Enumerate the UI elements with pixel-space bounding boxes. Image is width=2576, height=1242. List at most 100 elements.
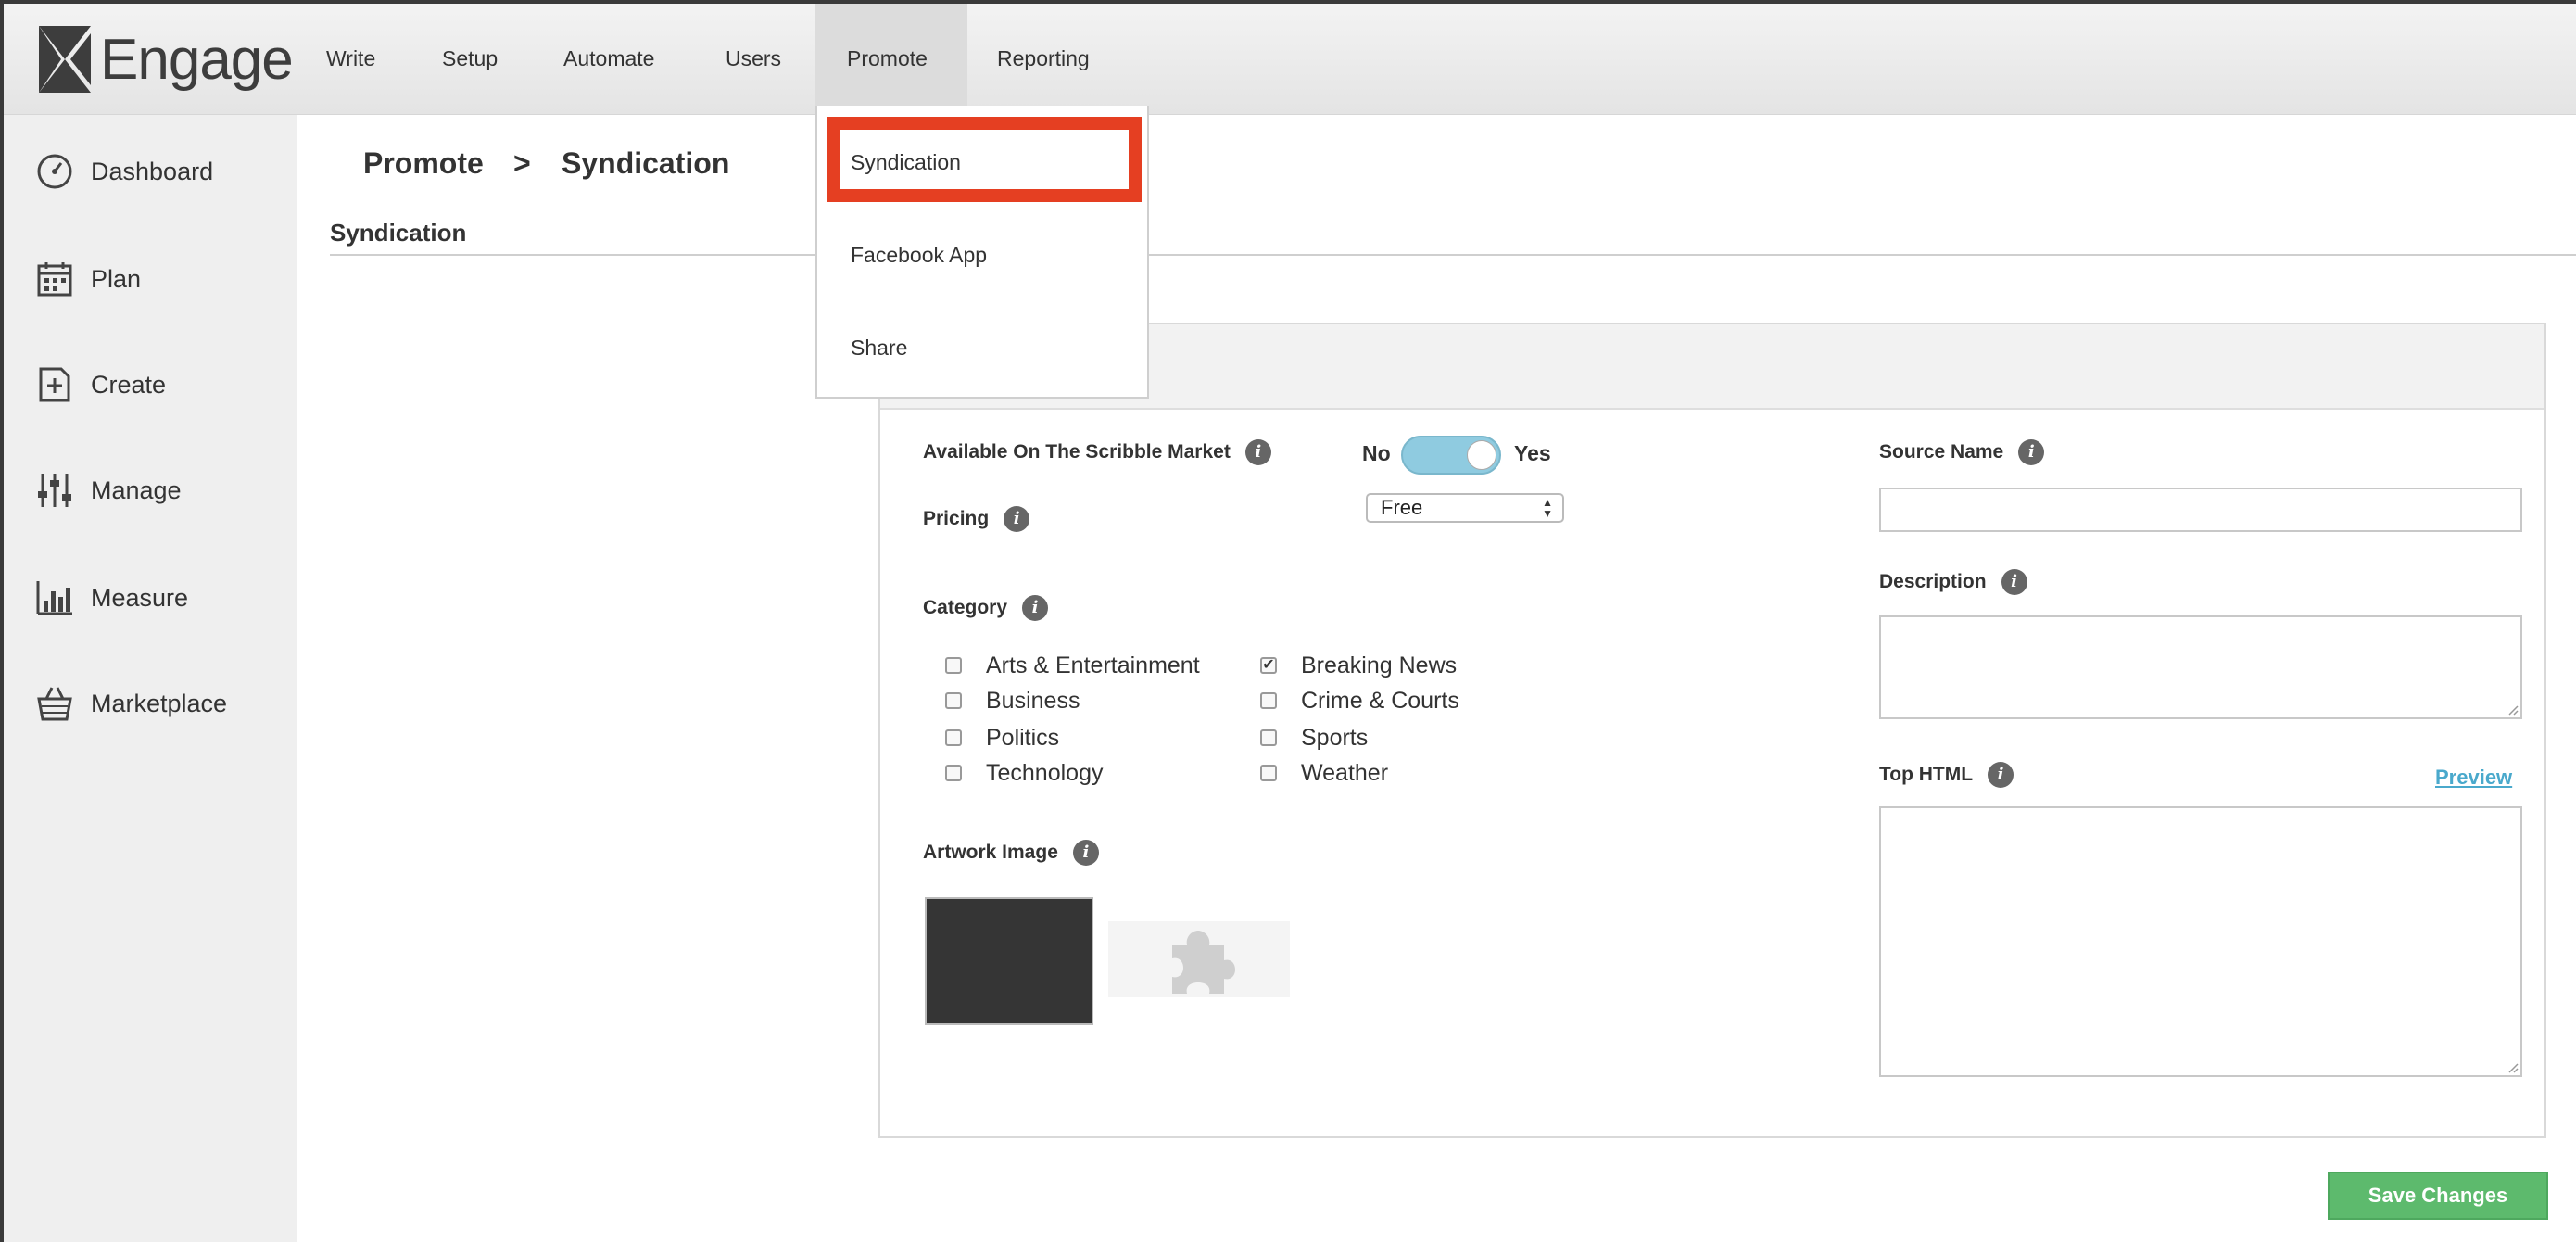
info-icon[interactable]: i [2001, 569, 2027, 595]
checkbox-label: Technology [986, 759, 1104, 786]
checkbox[interactable] [945, 657, 962, 674]
sidebar-item-plan[interactable]: Plan [35, 256, 141, 302]
checkbox-checked[interactable]: ✔ [1260, 657, 1277, 674]
add-document-icon [39, 367, 70, 402]
nav-reporting[interactable]: Reporting [997, 4, 1090, 113]
sidebar-item-label: Plan [91, 264, 142, 293]
checkbox-label: Business [986, 687, 1080, 714]
category-checkbox-sports[interactable]: Sports [1260, 721, 1368, 754]
toggle-knob [1467, 440, 1496, 470]
info-icon[interactable]: i [2018, 439, 2045, 465]
source-name-label-row: Source Name i [1879, 439, 2045, 465]
promote-dropdown-menu: Syndication Facebook App Share [815, 106, 1149, 399]
artwork-label-row: Artwork Image i [923, 840, 1099, 866]
breadcrumb-separator: > [513, 146, 531, 180]
checkbox[interactable] [945, 765, 962, 781]
top-navigation-bar: Engage Write Setup Automate Users Promot… [4, 4, 2576, 115]
category-checkbox-arts[interactable]: Arts & Entertainment [945, 649, 1200, 682]
artwork-upload-placeholder[interactable] [1108, 921, 1290, 997]
pricing-label: Pricing [923, 508, 990, 529]
save-changes-button[interactable]: Save Changes [2328, 1172, 2548, 1220]
checkbox-label: Arts & Entertainment [986, 652, 1200, 678]
checkbox-label: Politics [986, 724, 1060, 751]
checkbox[interactable] [1260, 692, 1277, 709]
sidebar-item-measure[interactable]: Measure [35, 575, 188, 621]
info-icon[interactable]: i [1022, 595, 1049, 621]
market-toggle[interactable] [1401, 436, 1501, 475]
app-name: Engage [100, 27, 294, 92]
top-html-textarea[interactable] [1879, 806, 2522, 1077]
top-html-label: Top HTML [1879, 764, 1974, 785]
category-checkbox-weather[interactable]: Weather [1260, 756, 1388, 790]
nav-users[interactable]: Users [726, 4, 781, 113]
nav-setup[interactable]: Setup [442, 4, 498, 113]
sidebar: Dashboard Plan Create Manage Measure Mar… [4, 115, 297, 1242]
pricing-select-value: Free [1381, 496, 1423, 519]
sidebar-item-manage[interactable]: Manage [35, 467, 182, 513]
checkbox-label: Weather [1301, 759, 1389, 786]
section-divider [330, 254, 2576, 256]
info-icon[interactable]: i [1988, 762, 2014, 788]
sliders-icon [38, 474, 71, 507]
checkbox-label: Breaking News [1301, 652, 1458, 678]
nav-promote[interactable]: Promote [815, 4, 967, 113]
artwork-image-thumbnail[interactable] [925, 897, 1093, 1025]
toggle-no-label: No [1362, 441, 1391, 465]
description-label: Description [1879, 571, 1987, 592]
top-html-label-row: Top HTML i [1879, 762, 2014, 788]
source-name-input[interactable] [1879, 488, 2522, 532]
pricing-label-row: Pricing i [923, 506, 1030, 532]
calendar-icon [37, 262, 72, 297]
basket-icon [37, 687, 72, 721]
category-label-row: Category i [923, 595, 1049, 621]
preview-link[interactable]: Preview [2435, 766, 2512, 790]
checkbox[interactable] [945, 729, 962, 746]
dashboard-icon [37, 154, 72, 189]
sidebar-item-marketplace[interactable]: Marketplace [35, 680, 227, 727]
category-checkbox-crime[interactable]: Crime & Courts [1260, 684, 1459, 717]
description-textarea[interactable] [1879, 615, 2522, 719]
market-label: Available On The Scribble Market [923, 441, 1231, 463]
menu-item-share[interactable]: Share [851, 336, 907, 361]
sidebar-item-create[interactable]: Create [35, 361, 166, 408]
resize-handle-icon[interactable] [2507, 704, 2519, 716]
bar-chart-icon [36, 581, 72, 615]
artwork-label: Artwork Image [923, 842, 1058, 863]
source-name-label: Source Name [1879, 441, 2004, 463]
info-icon[interactable]: i [1004, 506, 1030, 532]
checkbox-label: Crime & Courts [1301, 687, 1459, 714]
menu-item-syndication[interactable]: Syndication [851, 150, 961, 175]
checkbox[interactable] [1260, 765, 1277, 781]
nav-automate[interactable]: Automate [563, 4, 654, 113]
info-icon[interactable]: i [1072, 840, 1099, 866]
category-checkbox-business[interactable]: Business [945, 684, 1080, 717]
category-label: Category [923, 597, 1008, 618]
category-checkbox-politics[interactable]: Politics [945, 721, 1059, 754]
checkbox[interactable] [945, 692, 962, 709]
engage-logo-icon [39, 26, 91, 93]
menu-item-facebook-app[interactable]: Facebook App [851, 243, 987, 268]
market-label-row: Available On The Scribble Market i [923, 439, 1271, 465]
description-label-row: Description i [1879, 569, 2027, 595]
sidebar-item-label: Marketplace [91, 689, 228, 717]
info-icon[interactable]: i [1244, 439, 1271, 465]
checkbox-label: Sports [1301, 724, 1369, 751]
engage-logo[interactable]: Engage [39, 22, 294, 96]
category-checkbox-breaking-news[interactable]: ✔ Breaking News [1260, 649, 1457, 682]
nav-write[interactable]: Write [326, 4, 375, 113]
resize-handle-icon[interactable] [2507, 1062, 2519, 1073]
puzzle-piece-icon [1172, 931, 1235, 994]
category-checkbox-technology[interactable]: Technology [945, 756, 1103, 790]
sidebar-item-label: Measure [91, 583, 189, 612]
sidebar-item-label: Create [91, 370, 167, 399]
section-title: Syndication [330, 219, 467, 247]
checkbox[interactable] [1260, 729, 1277, 746]
breadcrumb-parent[interactable]: Promote [363, 146, 484, 181]
toggle-yes-label: Yes [1514, 441, 1551, 465]
pricing-select[interactable]: Free ▲ ▼ [1366, 493, 1564, 523]
sidebar-item-label: Manage [91, 475, 182, 504]
sidebar-item-dashboard[interactable]: Dashboard [35, 148, 213, 195]
app-window: Engage Write Setup Automate Users Promot… [4, 4, 2576, 1242]
select-arrows-icon: ▲ ▼ [1542, 496, 1553, 520]
breadcrumb-current: Syndication [562, 146, 730, 180]
